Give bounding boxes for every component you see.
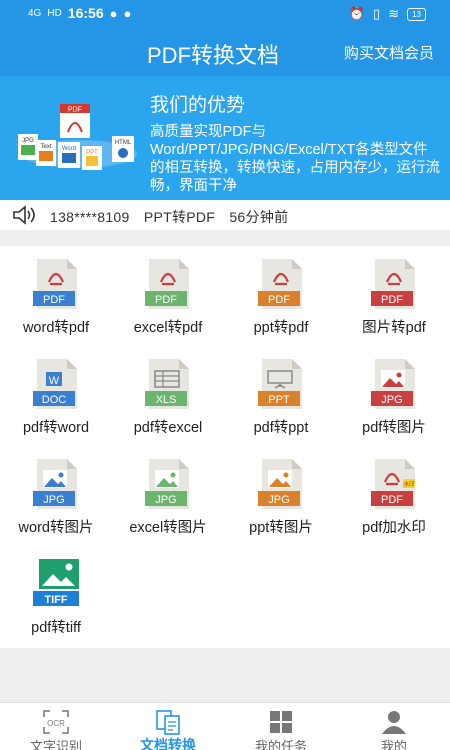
excel-to-image-icon: JPG — [145, 459, 189, 509]
tool-image-to-pdf[interactable]: PDF 图片转pdf — [338, 246, 450, 336]
status-bar: 4G HD 16:56 ● ● ⏰ ▯ ≋ 13 — [0, 0, 450, 28]
tool-excel-to-pdf[interactable]: PDF excel转pdf — [112, 246, 224, 336]
tool-badge: JPG — [268, 494, 289, 506]
tool-badge: XLS — [156, 394, 177, 406]
notice-action: PPT转PDF — [143, 209, 216, 225]
network-indicator: 4G — [28, 7, 42, 19]
notice-time: 56分钟前 — [229, 209, 289, 225]
tool-label: pdf加水印 — [362, 520, 426, 536]
word-to-image-icon: JPG — [33, 459, 77, 509]
tool-badge: PDF — [381, 294, 403, 306]
tool-badge: PDF — [268, 294, 290, 306]
hd-indicator: HD — [47, 7, 62, 19]
notification-icon: ● — [109, 5, 118, 21]
banner-description: 高质量实现PDF与Word/PPT/JPG/PNG/Excel/TXT各类型文件… — [150, 124, 440, 194]
advantage-banner: PDF JPG Text Word PPT HTML 我们的优势 高质量实现PD… — [0, 76, 450, 200]
tool-badge: DOC — [42, 394, 67, 406]
tool-badge: JPG — [155, 494, 176, 506]
watermark-tag: 水印 — [403, 480, 415, 488]
tool-word-to-image[interactable]: JPG word转图片 — [0, 446, 112, 536]
tool-pdf-watermark[interactable]: 水印 PDF pdf加水印 — [338, 446, 450, 536]
ppt-to-image-icon: JPG — [258, 459, 302, 509]
art-jpg-label: JPG — [22, 138, 34, 144]
tool-pdf-to-tiff[interactable]: TIFF pdf转tiff — [0, 546, 112, 636]
tool-ppt-to-image[interactable]: JPG ppt转图片 — [225, 446, 337, 536]
pdf-to-image-icon: JPG — [371, 359, 415, 409]
pdf-to-excel-icon: XLS — [145, 359, 189, 409]
task-grid-icon — [270, 711, 292, 733]
clock: 16:56 — [67, 5, 104, 21]
tool-label: excel转图片 — [129, 520, 207, 536]
wifi-icon: ≋ — [388, 6, 400, 21]
app-header: PDF转换文档 购买文档会员 — [0, 28, 450, 76]
tab-my-tasks[interactable]: 我的任务 — [225, 703, 337, 750]
tool-label: pdf转word — [22, 420, 90, 436]
user-icon — [382, 711, 406, 734]
banner-title: 我们的优势 — [150, 95, 246, 116]
notice-phone: 138****8109 — [50, 209, 130, 225]
activity-notice: 138****8109 PPT转PDF 56分钟前 — [0, 200, 450, 230]
pdf-watermark-icon: 水印 PDF — [371, 459, 415, 509]
notice-text: 138****8109 PPT转PDF 56分钟前 — [50, 207, 298, 227]
bottom-tab-bar: OCR 文字识别 文档转换 我的任务 我的 — [0, 702, 450, 750]
tool-pdf-to-excel[interactable]: XLS pdf转excel — [112, 346, 224, 436]
ppt-to-pdf-icon: PDF — [258, 259, 302, 309]
tool-label: pdf转图片 — [362, 420, 426, 436]
svg-text:W: W — [49, 375, 60, 387]
tool-label: ppt转pdf — [253, 320, 309, 336]
tool-label: pdf转tiff — [31, 620, 81, 636]
tool-label: pdf转excel — [133, 420, 203, 436]
document-convert-icon — [156, 710, 180, 735]
ocr-icon: OCR — [43, 710, 69, 734]
ocr-icon-text: OCR — [47, 719, 65, 728]
word-to-pdf-icon: PDF — [33, 259, 77, 309]
pdf-to-tiff-icon: TIFF — [33, 559, 79, 606]
pdf-to-ppt-icon: PPT — [258, 359, 302, 409]
art-word-label: Word — [62, 146, 76, 152]
tool-badge: JPG — [43, 494, 64, 506]
tool-badge: JPG — [381, 394, 402, 406]
tool-badge: PPT — [268, 394, 290, 406]
tool-badge: PDF — [381, 494, 403, 506]
image-to-pdf-icon: PDF — [371, 259, 415, 309]
tab-ocr[interactable]: OCR 文字识别 — [0, 703, 112, 750]
tool-badge: TIFF — [44, 594, 67, 606]
tool-pdf-to-ppt[interactable]: PPT pdf转ppt — [225, 346, 337, 436]
buy-membership-button[interactable]: 购买文档会员 — [344, 42, 434, 63]
page-title: PDF转换文档 — [147, 43, 280, 68]
tool-badge: PDF — [155, 294, 177, 306]
tab-document-convert[interactable]: 文档转换 — [112, 703, 224, 750]
tab-label: 我的任务 — [254, 739, 307, 750]
battery-icon: 13 — [407, 7, 426, 21]
art-text-label: Text — [40, 144, 51, 150]
file-types-illustration-icon: PDF JPG Text Word PPT HTML — [18, 104, 137, 170]
tool-label: pdf转ppt — [253, 420, 309, 436]
excel-to-pdf-icon: PDF — [145, 259, 189, 309]
tool-label: excel转pdf — [133, 320, 203, 336]
tool-pdf-to-word[interactable]: W DOC pdf转word — [0, 346, 112, 436]
tool-label: ppt转图片 — [249, 520, 313, 536]
tool-label: word转图片 — [18, 520, 94, 536]
tool-badge: PDF — [43, 294, 65, 306]
tool-word-to-pdf[interactable]: PDF word转pdf — [0, 246, 112, 336]
tab-label: 文字识别 — [29, 739, 82, 750]
tool-label: 图片转pdf — [362, 320, 426, 336]
tool-excel-to-image[interactable]: JPG excel转图片 — [112, 446, 224, 536]
art-pdf-label: PDF — [68, 107, 82, 114]
notification-icon: ● — [123, 5, 132, 21]
vibrate-icon: ▯ — [373, 6, 381, 21]
tool-pdf-to-image[interactable]: JPG pdf转图片 — [338, 346, 450, 436]
art-html-label: HTML — [115, 140, 132, 146]
tab-label: 文档转换 — [140, 737, 196, 750]
alarm-icon: ⏰ — [348, 6, 366, 21]
tool-label: word转pdf — [22, 320, 90, 336]
tool-ppt-to-pdf[interactable]: PDF ppt转pdf — [225, 246, 337, 336]
art-ppt-label: PPT — [86, 150, 98, 156]
tab-label: 我的 — [380, 739, 407, 750]
tab-mine[interactable]: 我的 — [338, 703, 450, 750]
conversion-tools-grid: PDF word转pdf PDF excel转pdf PDF ppt转pdf P… — [0, 246, 450, 648]
speaker-icon — [13, 205, 35, 225]
pdf-to-word-icon: W DOC — [33, 359, 77, 409]
